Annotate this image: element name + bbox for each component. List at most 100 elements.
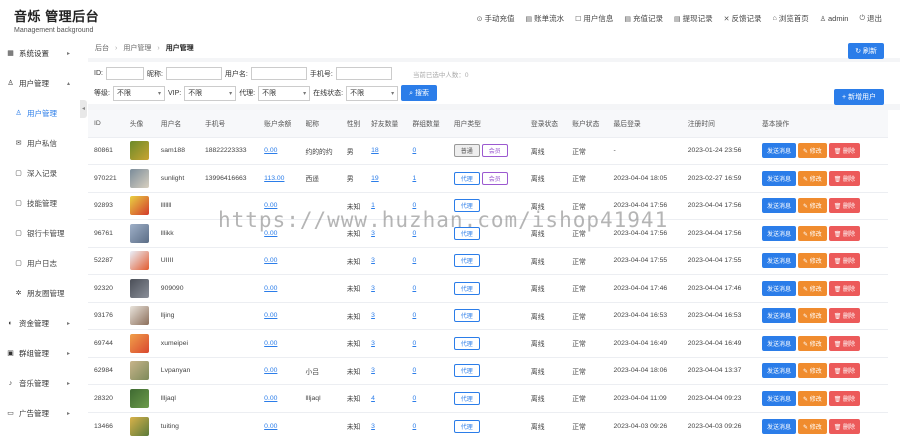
edit-button[interactable]: ✎ 修改 <box>798 418 827 434</box>
add-user-button[interactable]: + 新增用户 <box>833 89 884 105</box>
groups-count-link[interactable]: 0 <box>412 423 416 430</box>
send-message-button[interactable]: 发送消息 <box>762 335 797 351</box>
balance-link[interactable]: 0.00 <box>264 257 277 264</box>
delete-button[interactable]: 🗑 删除 <box>828 308 861 324</box>
avatar[interactable] <box>129 278 149 298</box>
sidebar-item[interactable]: ◐ 资金管理 ▸ <box>0 308 80 338</box>
send-message-button[interactable]: 发送消息 <box>762 253 797 269</box>
topnav-item[interactable]: ▤ 提现记录 <box>674 13 713 24</box>
edit-button[interactable]: ✎ 修改 <box>798 390 827 406</box>
sidebar-item[interactable]: ✉ 用户私信 <box>0 128 80 158</box>
balance-link[interactable]: 0.00 <box>264 367 277 374</box>
sidebar-collapse-handle[interactable]: ◂ <box>80 100 87 118</box>
balance-link[interactable]: 0.00 <box>264 147 277 154</box>
id-input[interactable] <box>105 67 144 80</box>
send-message-button[interactable]: 发送消息 <box>762 418 797 434</box>
groups-count-link[interactable]: 0 <box>412 340 416 347</box>
friends-count-link[interactable]: 3 <box>371 340 375 347</box>
edit-button[interactable]: ✎ 修改 <box>798 253 827 269</box>
avatar[interactable] <box>129 223 149 243</box>
delete-button[interactable]: 🗑 删除 <box>828 335 861 351</box>
send-message-button[interactable]: 发送消息 <box>762 390 797 406</box>
edit-button[interactable]: ✎ 修改 <box>798 225 827 241</box>
tab[interactable]: 后台 <box>90 40 114 56</box>
delete-button[interactable]: 🗑 删除 <box>828 170 861 186</box>
groups-count-link[interactable]: 0 <box>412 257 416 264</box>
topnav-item[interactable]: ⏻ 退出 <box>859 13 882 24</box>
groups-count-link[interactable]: 1 <box>412 175 416 182</box>
balance-link[interactable]: 0.00 <box>264 395 277 402</box>
topnav-item[interactable]: ✕ 反馈记录 <box>724 13 762 24</box>
agent-select[interactable]: 不限 ▾ <box>258 85 311 101</box>
username-input[interactable] <box>250 67 307 80</box>
send-message-button[interactable]: 发送消息 <box>762 308 797 324</box>
friends-count-link[interactable]: 4 <box>371 395 375 402</box>
search-button[interactable]: ⌕ 搜索 <box>401 85 437 101</box>
avatar[interactable] <box>129 168 149 188</box>
sidebar-item[interactable]: ▣ 群组管理 ▸ <box>0 338 80 368</box>
edit-button[interactable]: ✎ 修改 <box>798 335 827 351</box>
sidebar-item[interactable]: ▭ 广告管理 ▸ <box>0 398 80 428</box>
send-message-button[interactable]: 发送消息 <box>762 280 797 296</box>
delete-button[interactable]: 🗑 删除 <box>828 225 861 241</box>
sidebar-item[interactable]: ♙ 用户管理 ▴ <box>0 68 80 98</box>
delete-button[interactable]: 🗑 删除 <box>828 418 861 434</box>
friends-count-link[interactable]: 18 <box>371 147 379 154</box>
groups-count-link[interactable]: 0 <box>412 312 416 319</box>
friends-count-link[interactable]: 19 <box>371 175 379 182</box>
avatar[interactable] <box>129 388 149 408</box>
avatar[interactable] <box>129 361 149 381</box>
friends-count-link[interactable]: 3 <box>371 312 375 319</box>
sidebar-item[interactable]: ▢ 银行卡管理 <box>0 218 80 248</box>
balance-link[interactable]: 0.00 <box>264 340 277 347</box>
balance-link[interactable]: 0.00 <box>264 285 277 292</box>
sidebar-item[interactable]: ▦ 系统设置 ▸ <box>0 38 80 68</box>
delete-button[interactable]: 🗑 删除 <box>828 363 861 379</box>
edit-button[interactable]: ✎ 修改 <box>798 308 827 324</box>
send-message-button[interactable]: 发送消息 <box>762 198 797 214</box>
groups-count-link[interactable]: 0 <box>412 147 416 154</box>
vip-select[interactable]: 不限 ▾ <box>184 85 237 101</box>
avatar[interactable] <box>129 416 149 436</box>
delete-button[interactable]: 🗑 删除 <box>828 390 861 406</box>
sidebar-item[interactable]: ▢ 深入记录 <box>0 158 80 188</box>
balance-link[interactable]: 0.00 <box>264 312 277 319</box>
sidebar-item[interactable]: ♪ 音乐管理 ▸ <box>0 368 80 398</box>
balance-link[interactable]: 113.00 <box>264 175 284 182</box>
avatar[interactable] <box>129 306 149 326</box>
phone-input[interactable] <box>335 67 392 80</box>
nickname-input[interactable] <box>165 67 222 80</box>
groups-count-link[interactable]: 0 <box>412 367 416 374</box>
friends-count-link[interactable]: 3 <box>371 257 375 264</box>
friends-count-link[interactable]: 3 <box>371 285 375 292</box>
delete-button[interactable]: 🗑 删除 <box>828 253 861 269</box>
delete-button[interactable]: 🗑 删除 <box>828 198 861 214</box>
sidebar-item[interactable]: ⚑报表▸ <box>0 428 80 439</box>
avatar[interactable] <box>129 196 149 216</box>
refresh-button[interactable]: ↻ 刷新 <box>848 43 884 59</box>
groups-count-link[interactable]: 0 <box>412 285 416 292</box>
edit-button[interactable]: ✎ 修改 <box>798 280 827 296</box>
level-select[interactable]: 不限 ▾ <box>112 85 165 101</box>
balance-link[interactable]: 0.00 <box>264 423 277 430</box>
delete-button[interactable]: 🗑 删除 <box>828 143 861 159</box>
avatar[interactable] <box>129 141 149 161</box>
send-message-button[interactable]: 发送消息 <box>762 225 797 241</box>
online-status-select[interactable]: 不限 ▾ <box>346 85 399 101</box>
send-message-button[interactable]: 发送消息 <box>762 170 797 186</box>
edit-button[interactable]: ✎ 修改 <box>798 170 827 186</box>
sidebar-item[interactable]: ▢ 用户日志 <box>0 248 80 278</box>
sidebar-item[interactable]: ▢ 技能管理 <box>0 188 80 218</box>
sidebar-item[interactable]: ✲ 朋友圈管理 <box>0 278 80 308</box>
send-message-button[interactable]: 发送消息 <box>762 143 797 159</box>
topnav-item[interactable]: ⊙ 手动充值 <box>477 13 515 24</box>
friends-count-link[interactable]: 3 <box>371 367 375 374</box>
topnav-item[interactable]: ▤ 充值记录 <box>624 13 663 24</box>
delete-button[interactable]: 🗑 删除 <box>828 280 861 296</box>
tab[interactable]: 用户管理 <box>118 40 156 56</box>
friends-count-link[interactable]: 3 <box>371 423 375 430</box>
edit-button[interactable]: ✎ 修改 <box>798 363 827 379</box>
avatar[interactable] <box>129 251 149 271</box>
edit-button[interactable]: ✎ 修改 <box>798 143 827 159</box>
topnav-item[interactable]: ☐ 用户信息 <box>575 13 613 24</box>
